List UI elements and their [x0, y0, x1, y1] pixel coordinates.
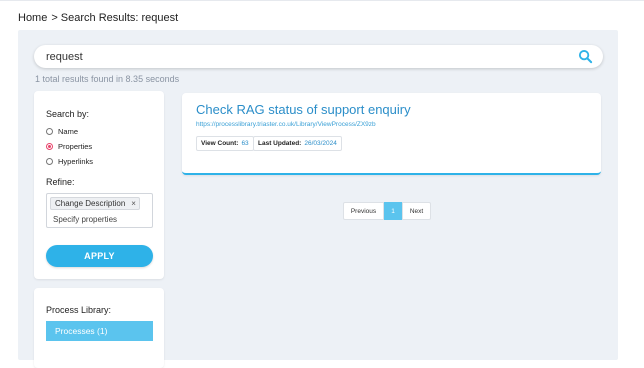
search-by-heading: Search by: [46, 109, 90, 119]
filter-card: Search by: Name Properties Hyperlinks Re… [34, 91, 164, 279]
radio-label: Properties [58, 142, 93, 151]
radio-button[interactable] [46, 128, 53, 135]
search-icon[interactable] [578, 49, 593, 64]
radio-label: Hyperlinks [58, 157, 94, 166]
search-input[interactable] [46, 48, 566, 65]
search-results-panel: 1 total results found in 8.35 seconds Se… [18, 30, 618, 368]
search-result-card: Check RAG status of support enquiry http… [182, 93, 601, 175]
search-bar [34, 45, 603, 68]
results-summary: 1 total results found in 8.35 seconds [35, 74, 180, 84]
breadcrumb-home-link[interactable]: Home [18, 12, 47, 24]
property-tag: Change Description × [50, 197, 140, 210]
search-by-name-option[interactable]: Name [46, 127, 78, 136]
property-tag-label: Change Description [55, 199, 126, 208]
result-title-link[interactable]: Check RAG status of support enquiry [196, 102, 411, 117]
radio-label: Name [58, 127, 79, 136]
search-by-hyperlinks-option[interactable]: Hyperlinks [46, 157, 93, 166]
close-icon[interactable]: × [131, 198, 136, 209]
specify-properties-input[interactable] [53, 213, 148, 225]
last-updated-badge: Last Updated: 26/03/2024 [253, 136, 342, 151]
breadcrumb: Home > Search Results: request [18, 12, 178, 24]
apply-button[interactable]: APPLY [46, 245, 153, 267]
last-updated-label: Last Updated: [258, 140, 302, 147]
last-updated-value: 26/03/2024 [304, 140, 337, 147]
result-url-link[interactable]: https://processlibrary.triaster.co.uk/Li… [196, 121, 376, 128]
breadcrumb-separator: > [51, 12, 58, 24]
search-by-properties-option[interactable]: Properties [46, 142, 92, 151]
radio-button-selected[interactable] [46, 143, 53, 150]
refine-heading: Refine: [46, 177, 75, 187]
processes-filter-button[interactable]: Processes (1) [46, 321, 153, 341]
previous-page-button[interactable]: Previous [343, 202, 384, 220]
breadcrumb-current: Search Results: request [60, 12, 179, 24]
process-library-card: Process Library: Processes (1) [34, 288, 164, 368]
page-number-button[interactable]: 1 [384, 202, 402, 220]
radio-button[interactable] [46, 158, 53, 165]
next-page-button[interactable]: Next [402, 202, 431, 220]
pagination: Previous 1 Next [343, 202, 431, 220]
view-count-badge: View Count: 63 [196, 136, 254, 151]
top-divider [0, 0, 644, 1]
process-library-heading: Process Library: [46, 305, 112, 315]
view-count-label: View Count: [201, 140, 239, 147]
properties-tag-input[interactable]: Change Description × [46, 193, 153, 228]
view-count-value: 63 [241, 140, 249, 147]
